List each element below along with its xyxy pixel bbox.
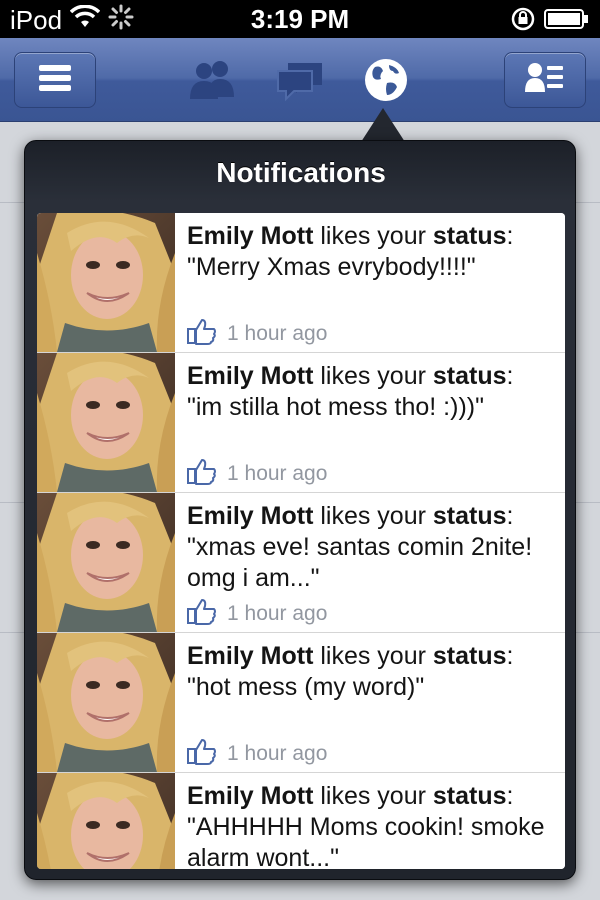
navigation-bar — [0, 38, 600, 122]
battery-icon — [544, 8, 590, 35]
rotation-lock-icon — [510, 6, 536, 37]
actor-name: Emily Mott — [187, 642, 314, 670]
notification-text: Emily Mott likes your status: "hot mess (… — [187, 641, 557, 703]
notification-punctuation: : — [506, 362, 514, 390]
actor-name: Emily Mott — [187, 362, 314, 390]
notification-item[interactable]: Emily Mott likes your status: "Merry Xmas… — [37, 213, 565, 353]
friend-requests-icon[interactable] — [184, 56, 240, 104]
status-quote: "im stilla hot mess tho! :)))" — [187, 393, 484, 421]
notification-verb: likes your — [313, 222, 433, 250]
notification-object: status — [432, 642, 507, 670]
like-icon — [187, 737, 217, 771]
notification-meta: 1 hour ago — [187, 737, 327, 771]
timestamp: 1 hour ago — [227, 322, 328, 345]
menu-icon — [35, 62, 75, 99]
timestamp: 1 hour ago — [227, 462, 328, 485]
timestamp: 1 hour ago — [227, 602, 328, 625]
notification-text: Emily Mott likes your status: "xmas eve! … — [187, 501, 557, 594]
like-icon — [187, 317, 217, 351]
notification-object: status — [432, 502, 507, 530]
notification-punctuation: : — [506, 502, 514, 530]
notifications-globe-icon[interactable] — [358, 56, 414, 104]
notification-text: Emily Mott likes your status: "Merry Xmas… — [187, 221, 557, 283]
notification-text: Emily Mott likes your status: "AHHHHH Mom… — [187, 781, 557, 869]
status-quote: "Merry Xmas evrybody!!!!" — [187, 253, 476, 281]
notification-item[interactable]: Emily Mott likes your status: "im stilla … — [37, 353, 565, 493]
status-quote: "xmas eve! santas comin 2nite! omg i am.… — [187, 533, 533, 592]
popover-arrow — [361, 108, 405, 142]
notification-text: Emily Mott likes your status: "im stilla … — [187, 361, 557, 423]
status-bar: iPod 3:19 PM — [0, 0, 600, 38]
notification-meta: 1 hour ago — [187, 597, 327, 631]
avatar — [37, 493, 175, 632]
notification-item[interactable]: Emily Mott likes your status: "xmas eve! … — [37, 493, 565, 633]
popover-title: Notifications — [216, 157, 386, 188]
notification-punctuation: : — [506, 642, 514, 670]
actor-name: Emily Mott — [187, 502, 314, 530]
notification-item[interactable]: Emily Mott likes your status: "hot mess (… — [37, 633, 565, 773]
notification-meta: 1 hour ago — [187, 317, 327, 351]
status-right — [510, 6, 590, 37]
notification-meta: 1 hour ago — [187, 457, 327, 491]
notification-punctuation: : — [506, 222, 514, 250]
actor-name: Emily Mott — [187, 222, 314, 250]
notification-verb: likes your — [313, 502, 433, 530]
avatar — [37, 773, 175, 869]
notification-item[interactable]: Emily Mott likes your status: "AHHHHH Mom… — [37, 773, 565, 869]
like-icon — [187, 597, 217, 631]
avatar — [37, 633, 175, 772]
notifications-list[interactable]: Emily Mott likes your status: "Merry Xmas… — [37, 213, 565, 869]
contacts-button[interactable] — [504, 52, 586, 108]
contacts-icon — [523, 60, 567, 101]
notification-verb: likes your — [313, 642, 433, 670]
timestamp: 1 hour ago — [227, 742, 328, 765]
like-icon — [187, 457, 217, 491]
avatar — [37, 213, 175, 352]
status-quote: "hot mess (my word)" — [187, 673, 425, 701]
messages-icon[interactable] — [272, 56, 328, 104]
notification-punctuation: : — [506, 782, 514, 810]
notification-verb: likes your — [313, 362, 433, 390]
avatar — [37, 353, 175, 492]
menu-button[interactable] — [14, 52, 96, 108]
actor-name: Emily Mott — [187, 782, 314, 810]
notifications-popover: Notifications Emily Mott likes your stat… — [24, 140, 576, 880]
notification-object: status — [432, 362, 507, 390]
notification-verb: likes your — [313, 782, 433, 810]
notification-object: status — [432, 222, 507, 250]
status-quote: "AHHHHH Moms cookin! smoke alarm wont...… — [187, 813, 545, 869]
notification-object: status — [432, 782, 507, 810]
